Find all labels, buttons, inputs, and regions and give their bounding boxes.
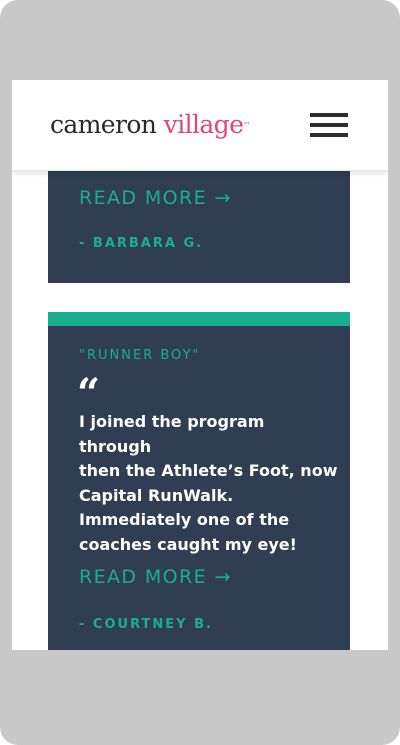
cameron-village-logo[interactable]: cameron village™ [50,110,250,140]
menu-bar-bottom [310,133,348,137]
read-more-link[interactable]: READ MORE → [79,566,232,588]
site-header: cameron village™ [12,80,388,171]
logo-word-village: village [163,110,244,139]
testimonial-quote: I joined the program through then the At… [79,412,338,554]
testimonial-card: "RUNNER BOY" “ I joined the program thro… [48,312,350,650]
logo-word-cameron: cameron [50,110,157,139]
testimonial-card: READ MORE → - BARBARA G. [48,160,350,283]
read-more-link[interactable]: READ MORE → [79,187,232,209]
menu-bar-middle [310,123,348,127]
logo-trademark: ™ [243,121,250,129]
testimonial-author: - BARBARA G. [79,236,204,251]
viewport: cameron village™ READ MORE → - BARBARA G… [12,80,388,650]
quote-icon: “ [77,370,101,417]
testimonial-author: - COURTNEY B. [79,617,213,632]
hamburger-menu-icon[interactable] [310,113,348,138]
menu-bar-top [310,113,348,117]
device-frame: cameron village™ READ MORE → - BARBARA G… [0,0,400,745]
testimonial-title: "RUNNER BOY" [79,348,201,363]
